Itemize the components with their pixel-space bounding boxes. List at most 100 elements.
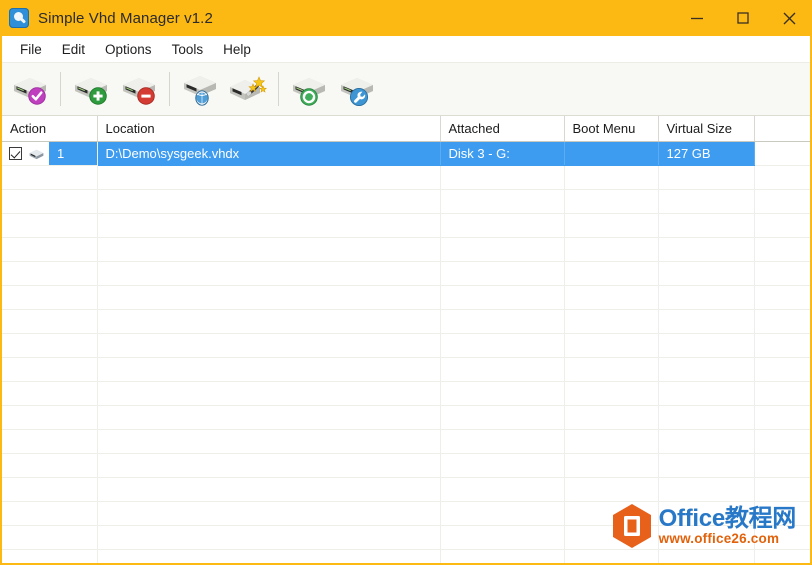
menu-item-file[interactable]: File (10, 39, 52, 60)
table-empty-row[interactable] (2, 429, 810, 454)
table-empty-row[interactable] (2, 237, 810, 262)
table-empty-cell (440, 453, 565, 478)
table-empty-cell (564, 549, 659, 563)
attach-vhd-button[interactable] (6, 67, 54, 111)
vhd-list-table[interactable]: Action Location Attached Boot Menu Virtu… (2, 116, 810, 563)
table-empty-row[interactable] (2, 501, 810, 526)
table-empty-cell (658, 549, 755, 563)
table-empty-cell (754, 309, 810, 334)
table-empty-cell (2, 357, 98, 382)
table-empty-cell (2, 429, 98, 454)
column-header-filler (754, 116, 810, 142)
minimize-icon[interactable] (674, 0, 720, 36)
table-empty-cell (440, 165, 565, 190)
toolbar-group-maintenance (285, 63, 381, 115)
table-empty-cell (754, 549, 810, 563)
refresh-vhd-button[interactable] (285, 67, 333, 111)
table-empty-cell (658, 429, 755, 454)
table-row[interactable]: 1 D:\Demo\sysgeek.vhdx Disk 3 - G: 127 G… (2, 141, 810, 166)
row-checkbox[interactable] (9, 147, 22, 160)
table-empty-cell (564, 405, 659, 430)
table-empty-row[interactable] (2, 477, 810, 502)
table-empty-row[interactable] (2, 213, 810, 238)
menu-item-edit[interactable]: Edit (52, 39, 95, 60)
menu-item-help[interactable]: Help (213, 39, 261, 60)
table-empty-cell (2, 309, 98, 334)
table-empty-cell (440, 381, 565, 406)
table-empty-cell (564, 309, 659, 334)
table-empty-cell (440, 477, 565, 502)
table-empty-cell (97, 405, 441, 430)
column-header-location[interactable]: Location (97, 116, 441, 142)
toolbar-separator (60, 72, 61, 106)
column-header-virtual-size[interactable]: Virtual Size (658, 116, 755, 142)
table-empty-cell (658, 213, 755, 238)
table-empty-cell (658, 285, 755, 310)
table-empty-cell (754, 405, 810, 430)
table-empty-cell (440, 309, 565, 334)
menu-item-tools[interactable]: Tools (162, 39, 214, 60)
column-header-action[interactable]: Action (2, 116, 98, 142)
table-empty-row[interactable] (2, 165, 810, 190)
table-body: 1 D:\Demo\sysgeek.vhdx Disk 3 - G: 127 G… (2, 141, 810, 166)
table-empty-cell (2, 477, 98, 502)
table-empty-cell (564, 165, 659, 190)
vhd-settings-button[interactable] (333, 67, 381, 111)
table-empty-cell (564, 285, 659, 310)
cell-attached: Disk 3 - G: (440, 141, 565, 166)
table-empty-cell (754, 237, 810, 262)
table-empty-cell (658, 309, 755, 334)
toolbar-group-attach (6, 63, 54, 115)
cell-action[interactable]: 1 (2, 141, 98, 166)
close-icon[interactable] (766, 0, 812, 36)
table-empty-row[interactable] (2, 285, 810, 310)
table-empty-row[interactable] (2, 309, 810, 334)
table-empty-cell (97, 165, 441, 190)
table-empty-cell (97, 309, 441, 334)
menu-item-options[interactable]: Options (95, 39, 162, 60)
toolbar-group-addremove (67, 63, 163, 115)
table-empty-cell (564, 261, 659, 286)
table-empty-rows (2, 165, 810, 563)
table-empty-cell (2, 237, 98, 262)
column-header-attached[interactable]: Attached (440, 116, 565, 142)
cell-boot-menu (564, 141, 659, 166)
column-header-boot-menu[interactable]: Boot Menu (564, 116, 659, 142)
table-empty-row[interactable] (2, 357, 810, 382)
toolbar-separator (278, 72, 279, 106)
table-empty-cell (97, 237, 441, 262)
table-empty-cell (564, 525, 659, 550)
remove-vhd-button[interactable] (115, 67, 163, 111)
table-empty-row[interactable] (2, 405, 810, 430)
table-empty-cell (97, 501, 441, 526)
table-empty-cell (440, 357, 565, 382)
table-empty-row[interactable] (2, 261, 810, 286)
table-empty-cell (564, 453, 659, 478)
application-window: Simple Vhd Manager v1.2 File Edit Option… (0, 0, 812, 565)
cell-virtual-size: 127 GB (658, 141, 755, 166)
table-empty-cell (754, 333, 810, 358)
disk-icon (29, 149, 44, 159)
table-empty-cell (440, 285, 565, 310)
table-empty-cell (97, 333, 441, 358)
table-empty-cell (97, 213, 441, 238)
table-empty-row[interactable] (2, 453, 810, 478)
table-empty-cell (658, 501, 755, 526)
browse-vhd-button[interactable] (176, 67, 224, 111)
maximize-icon[interactable] (720, 0, 766, 36)
table-empty-row[interactable] (2, 525, 810, 550)
table-empty-row[interactable] (2, 333, 810, 358)
create-vhd-wizard-button[interactable] (224, 67, 272, 111)
add-vhd-button[interactable] (67, 67, 115, 111)
table-empty-row[interactable] (2, 549, 810, 563)
table-empty-cell (97, 477, 441, 502)
table-empty-cell (564, 429, 659, 454)
table-empty-cell (2, 525, 98, 550)
table-empty-cell (564, 213, 659, 238)
table-empty-cell (658, 453, 755, 478)
table-empty-row[interactable] (2, 381, 810, 406)
table-empty-cell (2, 213, 98, 238)
table-empty-cell (2, 381, 98, 406)
table-empty-cell (658, 165, 755, 190)
table-empty-row[interactable] (2, 189, 810, 214)
